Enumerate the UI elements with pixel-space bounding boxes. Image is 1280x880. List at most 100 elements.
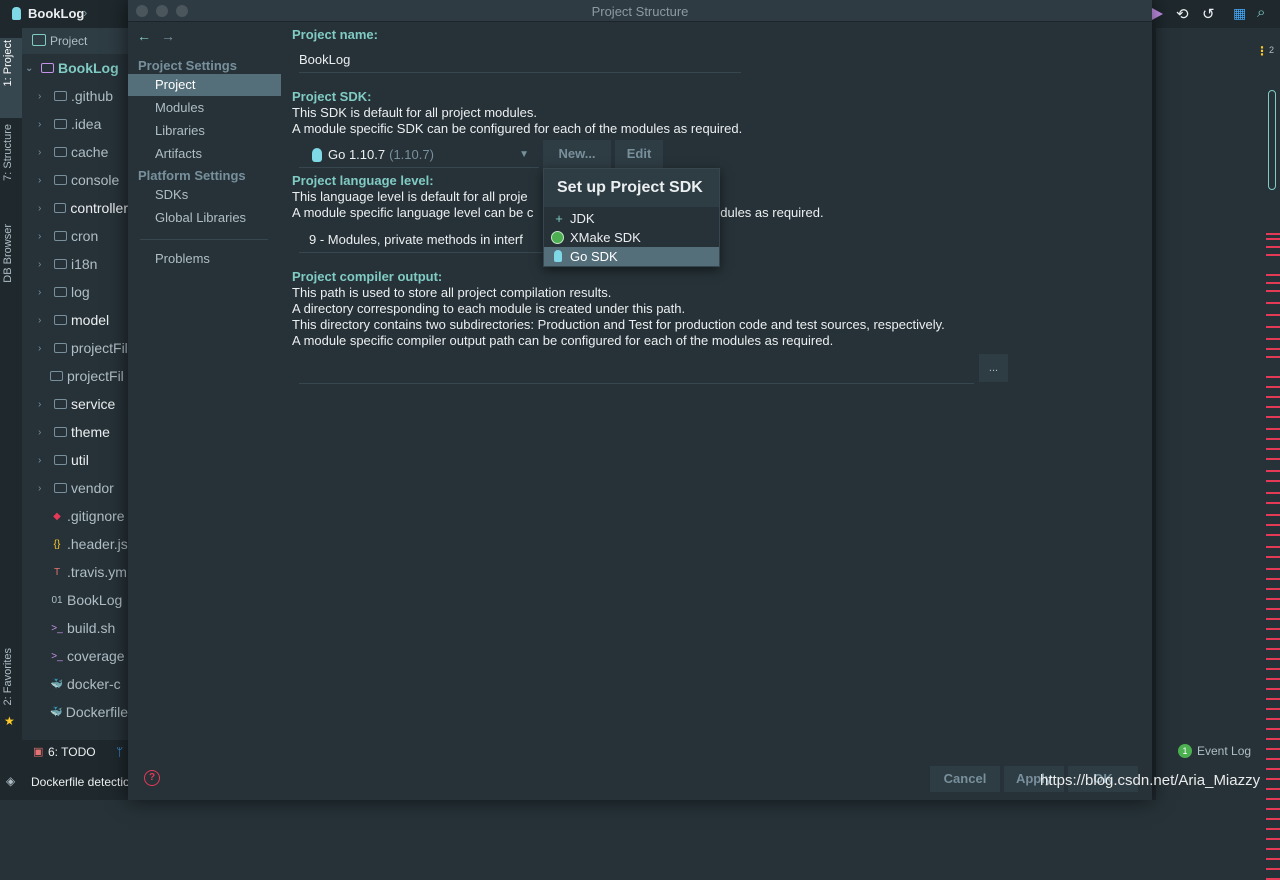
error-marker[interactable] (1266, 246, 1280, 248)
error-marker[interactable] (1266, 274, 1280, 276)
error-marker[interactable] (1266, 448, 1280, 450)
chevron-right-icon[interactable]: › (38, 427, 50, 438)
error-marker[interactable] (1266, 438, 1280, 440)
nav-item-global-libraries[interactable]: Global Libraries (128, 207, 281, 229)
error-marker[interactable] (1266, 608, 1280, 610)
todo-tab[interactable]: 6: TODO (48, 745, 96, 759)
nav-item-libraries[interactable]: Libraries (128, 120, 281, 142)
nav-item-artifacts[interactable]: Artifacts (128, 143, 281, 165)
tree-folder[interactable]: › .github (22, 82, 128, 110)
back-arrow-icon[interactable]: ← (137, 28, 151, 44)
error-marker[interactable] (1266, 808, 1280, 810)
tree-folder[interactable]: › .idea (22, 110, 128, 138)
sdk-new-button[interactable]: New... (543, 140, 611, 168)
error-marker[interactable] (1266, 748, 1280, 750)
tree-file[interactable]: >_ build.sh (22, 614, 128, 642)
popup-item-go-sdk[interactable]: Go SDK (544, 247, 719, 266)
error-marker[interactable] (1266, 290, 1280, 292)
error-marker[interactable] (1266, 678, 1280, 680)
error-marker[interactable] (1266, 356, 1280, 358)
error-marker[interactable] (1266, 376, 1280, 378)
error-marker[interactable] (1266, 598, 1280, 600)
error-marker[interactable] (1266, 386, 1280, 388)
error-marker[interactable] (1266, 470, 1280, 472)
error-marker[interactable] (1266, 858, 1280, 860)
tree-folder[interactable]: › vendor (22, 474, 128, 502)
tree-file[interactable]: T .travis.ym (22, 558, 128, 586)
cancel-button[interactable]: Cancel (930, 766, 1000, 792)
error-marker[interactable] (1266, 556, 1280, 558)
tree-file[interactable]: >_ coverage (22, 642, 128, 670)
tree-folder[interactable]: › cache (22, 138, 128, 166)
search-icon[interactable]: ⌕ (1257, 4, 1265, 21)
popup-item-jdk[interactable]: + JDK (544, 209, 719, 228)
tab-db-browser[interactable]: DB Browser (2, 224, 20, 283)
error-marker[interactable] (1266, 848, 1280, 850)
error-marker[interactable] (1266, 302, 1280, 304)
tree-file[interactable]: ◆ .gitignore (22, 502, 128, 530)
chevron-right-icon[interactable]: › (38, 203, 50, 214)
error-marker[interactable] (1266, 480, 1280, 482)
error-marker[interactable] (1266, 396, 1280, 398)
tab-project[interactable]: 1: Project (2, 40, 20, 86)
project-view-label[interactable]: Project (50, 34, 87, 48)
error-marker[interactable] (1266, 502, 1280, 504)
tree-file[interactable]: {} .header.js (22, 530, 128, 558)
error-marker[interactable] (1266, 238, 1280, 240)
error-marker[interactable] (1266, 514, 1280, 516)
tree-folder[interactable]: › service (22, 390, 128, 418)
tree-folder[interactable]: › model (22, 306, 128, 334)
chevron-right-icon[interactable]: › (38, 119, 50, 130)
error-marker[interactable] (1266, 568, 1280, 570)
event-log[interactable]: 1 Event Log (1178, 744, 1251, 758)
error-marker[interactable] (1266, 828, 1280, 830)
project-name-input[interactable]: BookLog (299, 50, 741, 74)
nav-item-modules[interactable]: Modules (128, 97, 281, 119)
chevron-right-icon[interactable]: › (38, 315, 50, 326)
popup-item-xmake[interactable]: XMake SDK (544, 228, 719, 247)
error-marker[interactable] (1266, 708, 1280, 710)
error-marker[interactable] (1266, 492, 1280, 494)
more-icon[interactable]: ⋮ (1256, 44, 1268, 58)
revert-icon[interactable]: ↺ (1202, 5, 1215, 23)
vcs-icon[interactable]: ᛘ (116, 745, 123, 759)
error-marker[interactable] (1266, 698, 1280, 700)
nav-item-project[interactable]: Project (128, 74, 281, 96)
error-marker[interactable] (1266, 648, 1280, 650)
error-marker[interactable] (1266, 758, 1280, 760)
error-marker[interactable] (1266, 868, 1280, 870)
run-icon[interactable] (1152, 8, 1163, 20)
error-marker[interactable] (1266, 458, 1280, 460)
chevron-right-icon[interactable]: › (38, 91, 50, 102)
tree-folder[interactable]: › projectFil (22, 334, 128, 362)
error-marker[interactable] (1266, 788, 1280, 790)
forward-arrow-icon[interactable]: → (161, 28, 175, 44)
error-marker[interactable] (1266, 738, 1280, 740)
error-marker[interactable] (1266, 718, 1280, 720)
chevron-right-icon[interactable]: › (38, 175, 50, 186)
error-marker[interactable] (1266, 416, 1280, 418)
tree-folder[interactable]: › util (22, 446, 128, 474)
error-marker[interactable] (1266, 546, 1280, 548)
error-marker[interactable] (1266, 638, 1280, 640)
nav-item-problems[interactable]: Problems (128, 248, 281, 270)
history-icon[interactable]: ⟲ (1176, 5, 1189, 23)
tree-file[interactable]: 🐳 Dockerfile (22, 698, 128, 726)
error-marker[interactable] (1266, 282, 1280, 284)
tree-file[interactable]: 🐳 docker-c (22, 670, 128, 698)
tree-folder[interactable]: projectFil (22, 362, 128, 390)
error-marker[interactable] (1266, 534, 1280, 536)
chevron-right-icon[interactable]: › (38, 231, 50, 242)
error-marker[interactable] (1266, 818, 1280, 820)
error-marker[interactable] (1266, 628, 1280, 630)
chevron-right-icon[interactable]: › (38, 455, 50, 466)
error-marker[interactable] (1266, 314, 1280, 316)
error-marker[interactable] (1266, 233, 1280, 235)
error-marker[interactable] (1266, 578, 1280, 580)
chevron-right-icon[interactable]: › (38, 287, 50, 298)
error-marker[interactable] (1266, 688, 1280, 690)
error-marker[interactable] (1266, 778, 1280, 780)
browse-button[interactable]: ... (979, 354, 1008, 382)
tab-favorites[interactable]: 2: Favorites (2, 648, 20, 705)
chevron-right-icon[interactable]: › (38, 147, 50, 158)
